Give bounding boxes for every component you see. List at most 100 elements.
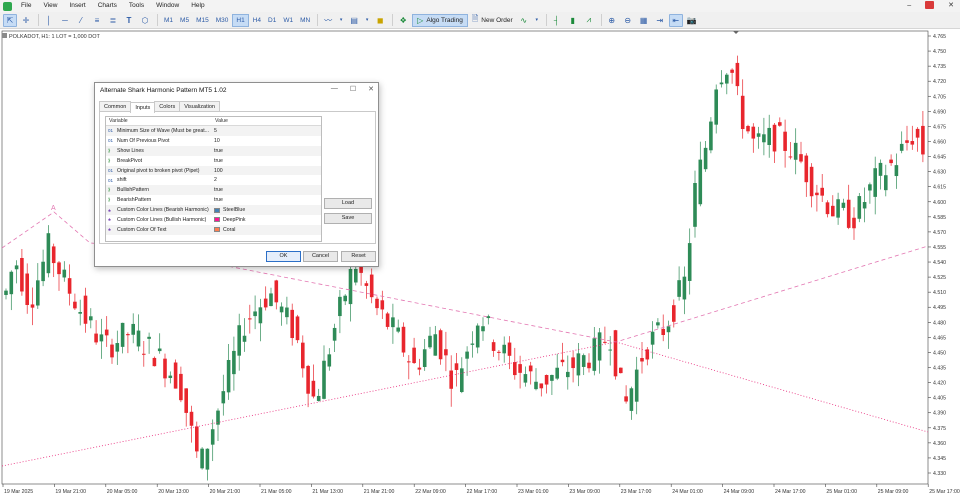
restore-icon[interactable] <box>925 1 935 9</box>
ok-button[interactable]: OK <box>266 251 301 262</box>
value-cell[interactable]: true <box>212 148 223 154</box>
cancel-button[interactable]: Cancel <box>303 251 338 262</box>
value-cell[interactable]: true <box>212 187 223 193</box>
bar-chart-icon[interactable]: ┤ <box>550 14 564 27</box>
timeframe-m15[interactable]: M15 <box>193 14 212 27</box>
value-cell[interactable]: 100 <box>212 168 223 174</box>
new-order-icon: 🗎 <box>471 14 479 23</box>
table-row[interactable]: 01 Num Of Previous Pivot 10 <box>106 136 321 146</box>
table-row[interactable]: ⟫ BreakPivot true <box>106 156 321 166</box>
zoom-out-icon[interactable]: ⊖ <box>621 14 635 27</box>
chart-type-dropdown-icon[interactable]: ▾ <box>337 14 345 27</box>
value-cell[interactable]: 2 <box>212 177 217 183</box>
candlestick-icon[interactable]: ▮ <box>566 14 580 27</box>
bool-type-icon: ⟫ <box>108 157 111 163</box>
table-row[interactable]: 01 Original pivot to broken pivot (Pipet)… <box>106 165 321 176</box>
close-icon[interactable]: ✕ <box>948 1 954 9</box>
algo-trading-button[interactable]: ▷ Algo Trading <box>412 13 468 27</box>
value-cell[interactable]: 5 <box>212 128 217 134</box>
timeframe-h4[interactable]: H4 <box>250 14 264 27</box>
menu-window[interactable]: Window <box>150 0 185 12</box>
channel-icon[interactable]: ≡ <box>90 14 104 27</box>
vertical-line-icon[interactable]: │ <box>42 14 56 27</box>
bearish-candle <box>809 166 814 197</box>
table-row[interactable]: ♣ Custom Color Lines (Bearish Harmonic) St… <box>106 205 321 216</box>
economic-icon[interactable]: ◼ <box>373 14 387 27</box>
table-row[interactable]: 01 shift 2 <box>106 175 321 185</box>
value-cell[interactable]: true <box>212 197 223 203</box>
table-row[interactable]: ⟫ Show Lines true <box>106 145 321 156</box>
timeframe-m1[interactable]: M1 <box>161 14 176 27</box>
timeframe-mn[interactable]: MN <box>297 14 313 27</box>
minimize-icon[interactable]: – <box>907 2 911 9</box>
price-tick-label: 4.555 <box>933 245 946 251</box>
menu-view[interactable]: View <box>37 0 63 12</box>
symbol-dropdown-icon[interactable] <box>2 33 7 38</box>
load-button[interactable]: Load <box>324 198 372 209</box>
int-type-icon: 01 <box>108 177 114 183</box>
dialog-maximize-icon[interactable]: ☐ <box>350 85 356 93</box>
column-header-variable[interactable]: Variable <box>106 117 212 125</box>
menu-tools[interactable]: Tools <box>123 0 150 12</box>
timeframe-w1[interactable]: W1 <box>280 14 296 27</box>
bullish-candle <box>836 199 840 218</box>
reset-button[interactable]: Reset <box>341 251 376 262</box>
bool-type-icon: ⟫ <box>108 147 111 153</box>
dialog-close-icon[interactable]: ✕ <box>368 85 374 93</box>
fibonacci-icon[interactable]: ≣ <box>106 14 120 27</box>
table-row[interactable]: ♣ Custom Color Lines (Bullish Harmonic) De… <box>106 215 321 225</box>
bullish-candle <box>581 355 586 367</box>
crosshair-icon[interactable]: ✛ <box>19 14 33 27</box>
autoscroll-icon[interactable]: ⇥ <box>653 14 667 27</box>
bullish-candle <box>422 349 427 368</box>
cursor-icon[interactable]: ⇱ <box>3 13 17 27</box>
templates-dropdown-icon[interactable]: ▾ <box>363 14 371 27</box>
zoom-in-icon[interactable]: ⊕ <box>605 14 619 27</box>
table-row[interactable]: ⟫ BearishPattern true <box>106 195 321 205</box>
signals-icon[interactable]: ❖ <box>396 14 410 27</box>
horizontal-line-icon[interactable]: ─ <box>58 14 72 27</box>
chart-type-icon[interactable]: 〰 <box>321 14 335 27</box>
chart-shift-icon[interactable]: ⇤ <box>668 13 683 27</box>
value-cell[interactable]: SteelBlue <box>212 207 245 213</box>
bearish-candle <box>94 333 98 343</box>
shapes-icon[interactable]: ⬡ <box>138 14 152 27</box>
bearish-candle <box>301 342 305 369</box>
grid-icon[interactable]: ▦ <box>637 14 651 27</box>
timeframe-m5[interactable]: M5 <box>177 14 192 27</box>
menu-charts[interactable]: Charts <box>92 0 123 12</box>
menu-help[interactable]: Help <box>185 0 210 12</box>
timeframe-d1[interactable]: D1 <box>265 14 279 27</box>
timeframe-h1[interactable]: H1 <box>232 13 249 27</box>
table-row[interactable]: ⟫ BullishPattern true <box>106 185 321 196</box>
table-row[interactable]: ♣ Custom Color Of Text Coral <box>106 224 321 235</box>
timeframe-m30[interactable]: M30 <box>213 14 232 27</box>
value-cell[interactable]: Coral <box>212 227 235 233</box>
trade-dropdown-icon[interactable]: ▾ <box>533 14 541 27</box>
screenshot-icon[interactable]: 📷 <box>685 14 699 27</box>
bullish-candle <box>687 243 692 281</box>
value-cell[interactable]: true <box>212 158 223 164</box>
menu-insert[interactable]: Insert <box>63 0 91 12</box>
bullish-candle <box>221 391 226 404</box>
column-header-value[interactable]: Value <box>212 117 228 125</box>
bullish-candle <box>857 196 862 219</box>
bullish-candle <box>232 350 236 375</box>
line-chart-icon[interactable]: ⩘ <box>582 14 596 27</box>
trade-history-icon[interactable]: ∿ <box>517 14 531 27</box>
templates-icon[interactable]: ▤ <box>347 14 361 27</box>
save-button[interactable]: Save <box>324 213 372 224</box>
color-swatch <box>214 227 220 233</box>
dialog-minimize-icon[interactable]: — <box>331 85 338 93</box>
text-icon[interactable]: T <box>122 14 136 27</box>
new-order-button[interactable]: 🗎 New Order <box>468 14 517 27</box>
value-cell[interactable]: DeepPink <box>212 217 246 223</box>
menu-file[interactable]: File <box>15 0 37 12</box>
bearish-candle <box>248 318 252 320</box>
value-cell[interactable]: 10 <box>212 138 220 144</box>
dialog-titlebar[interactable]: Alternate Shark Harmonic Pattern MT5 1.0… <box>95 83 378 97</box>
table-row[interactable]: 01 Minimum Size of Wave (Must be great...… <box>106 126 321 136</box>
tab-inputs[interactable]: Inputs <box>130 102 156 113</box>
value-text: 100 <box>214 167 223 174</box>
trendline-icon[interactable]: ⁄ <box>74 14 88 27</box>
